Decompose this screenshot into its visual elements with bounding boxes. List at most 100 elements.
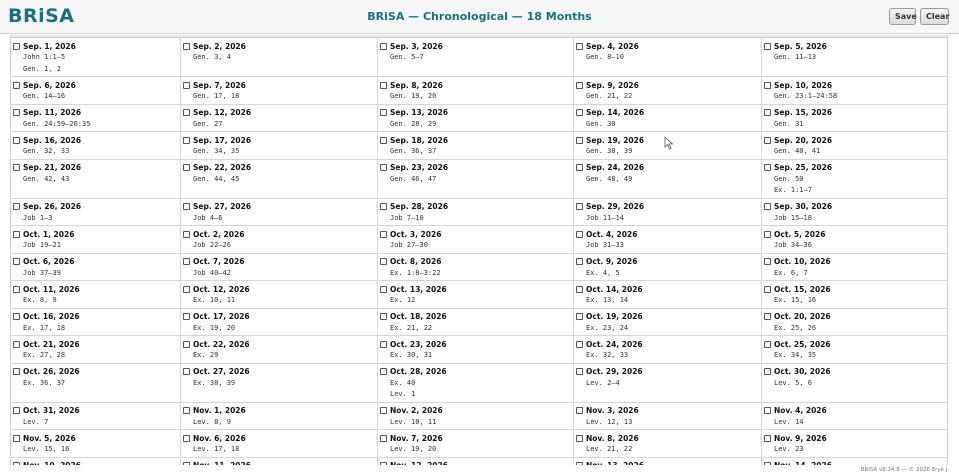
day-date: Oct. 25, 2026	[774, 339, 831, 349]
day-checkbox[interactable]	[13, 109, 20, 116]
day-checkbox[interactable]	[576, 258, 583, 265]
day-checkbox[interactable]	[764, 81, 771, 89]
day-checkbox[interactable]	[13, 136, 20, 144]
day-checkbox[interactable]	[380, 136, 387, 144]
day-checkbox[interactable]	[576, 434, 583, 442]
day-header: Oct. 5, 2026	[764, 228, 947, 240]
day-checkbox[interactable]	[380, 164, 387, 171]
day-checkbox[interactable]	[183, 203, 190, 210]
day-checkbox[interactable]	[576, 136, 583, 144]
day-checkbox[interactable]	[183, 109, 190, 116]
reading-passage: Job 22–26	[193, 241, 231, 249]
reading-passage: Ex. 40	[390, 378, 416, 387]
day-checkbox[interactable]	[183, 285, 190, 293]
day-header: Oct. 29, 2026	[576, 366, 761, 378]
day-checkbox[interactable]	[576, 164, 583, 171]
day-header: Oct. 20, 2026	[764, 311, 947, 323]
day-date: Oct. 13, 2026	[390, 284, 447, 294]
day-checkbox[interactable]	[380, 285, 387, 293]
day-checkbox[interactable]	[183, 368, 190, 375]
day-checkbox[interactable]	[13, 340, 20, 348]
day-checkbox[interactable]	[380, 462, 387, 465]
day-checkbox[interactable]	[13, 313, 20, 320]
day-checkbox[interactable]	[764, 407, 771, 414]
day-checkbox[interactable]	[13, 203, 20, 210]
day-checkbox[interactable]	[380, 109, 387, 116]
day-cell: Sep. 21, 2026 Gen. 42, 43	[11, 159, 181, 199]
day-checkbox[interactable]	[380, 340, 387, 348]
day-checkbox[interactable]	[380, 407, 387, 414]
day-header: Oct. 13, 2026	[380, 283, 573, 295]
day-checkbox[interactable]	[13, 230, 20, 238]
day-checkbox[interactable]	[183, 313, 190, 320]
day-checkbox[interactable]	[576, 340, 583, 348]
day-checkbox[interactable]	[183, 340, 190, 348]
day-checkbox[interactable]	[576, 42, 583, 50]
day-checkbox[interactable]	[764, 42, 771, 50]
day-checkbox[interactable]	[13, 81, 20, 89]
day-checkbox[interactable]	[764, 136, 771, 144]
day-date: Sep. 9, 2026	[586, 80, 639, 90]
day-checkbox[interactable]	[380, 434, 387, 442]
day-checkbox[interactable]	[380, 42, 387, 50]
day-checkbox[interactable]	[380, 368, 387, 375]
day-checkbox[interactable]	[380, 230, 387, 238]
reading-passage: Job 4–6	[193, 213, 223, 222]
day-checkbox[interactable]	[13, 368, 20, 375]
day-checkbox[interactable]	[380, 81, 387, 89]
day-checkbox[interactable]	[576, 109, 583, 116]
day-cell: Oct. 17, 2026 Ex. 19, 20	[181, 308, 378, 336]
day-date: Sep. 10, 2026	[774, 80, 833, 90]
day-checkbox[interactable]	[380, 313, 387, 320]
day-checkbox[interactable]	[576, 313, 583, 320]
day-checkbox[interactable]	[764, 462, 771, 465]
day-checkbox[interactable]	[13, 258, 20, 265]
reading-passage: Gen. 14–16	[23, 92, 66, 100]
day-header: Oct. 19, 2026	[576, 311, 761, 323]
day-checkbox[interactable]	[183, 434, 190, 442]
day-checkbox[interactable]	[13, 434, 20, 442]
day-checkbox[interactable]	[764, 340, 771, 348]
day-checkbox[interactable]	[13, 42, 20, 50]
day-header: Sep. 5, 2026	[764, 40, 947, 52]
reading-plan-grid[interactable]: Sep. 1, 2026 John 1:1–5 Gen. 1, 2 Sep. 2, 2…	[10, 35, 948, 465]
day-checkbox[interactable]	[764, 230, 771, 238]
day-checkbox[interactable]	[764, 164, 771, 171]
day-checkbox[interactable]	[576, 81, 583, 89]
day-date: Sep. 30, 2026	[774, 202, 833, 211]
day-checkbox[interactable]	[183, 81, 190, 89]
day-checkbox[interactable]	[764, 258, 771, 265]
day-checkbox[interactable]	[576, 285, 583, 293]
day-cell: Oct. 16, 2026 Ex. 17, 18	[11, 308, 181, 336]
day-checkbox[interactable]	[183, 164, 190, 171]
day-checkbox[interactable]	[183, 42, 190, 50]
clear-button[interactable]: Clear	[920, 8, 949, 25]
day-checkbox[interactable]	[764, 203, 771, 210]
day-date: Sep. 12, 2026	[193, 108, 252, 117]
day-checkbox[interactable]	[183, 407, 190, 414]
day-checkbox[interactable]	[380, 203, 387, 210]
day-checkbox[interactable]	[764, 109, 771, 116]
reading-passage: Gen. 23:1–24:58	[774, 92, 838, 100]
day-checkbox[interactable]	[13, 164, 20, 171]
save-button[interactable]: Save	[889, 8, 917, 25]
day-checkbox[interactable]	[183, 258, 190, 265]
day-checkbox[interactable]	[576, 203, 583, 210]
day-checkbox[interactable]	[183, 462, 190, 465]
day-checkbox[interactable]	[13, 462, 20, 465]
day-checkbox[interactable]	[576, 462, 583, 465]
day-checkbox[interactable]	[576, 368, 583, 375]
day-cell: Oct. 20, 2026 Ex. 25, 26	[762, 309, 947, 336]
day-checkbox[interactable]	[183, 230, 190, 238]
day-checkbox[interactable]	[764, 434, 771, 442]
day-checkbox[interactable]	[764, 285, 771, 293]
day-checkbox[interactable]	[13, 285, 20, 293]
day-checkbox[interactable]	[764, 313, 771, 320]
day-checkbox[interactable]	[576, 230, 583, 238]
day-checkbox[interactable]	[13, 407, 20, 414]
day-checkbox[interactable]	[380, 258, 387, 265]
day-checkbox[interactable]	[764, 368, 771, 375]
day-header: Oct. 24, 2026	[576, 338, 761, 350]
day-checkbox[interactable]	[183, 136, 190, 144]
day-checkbox[interactable]	[576, 407, 583, 414]
